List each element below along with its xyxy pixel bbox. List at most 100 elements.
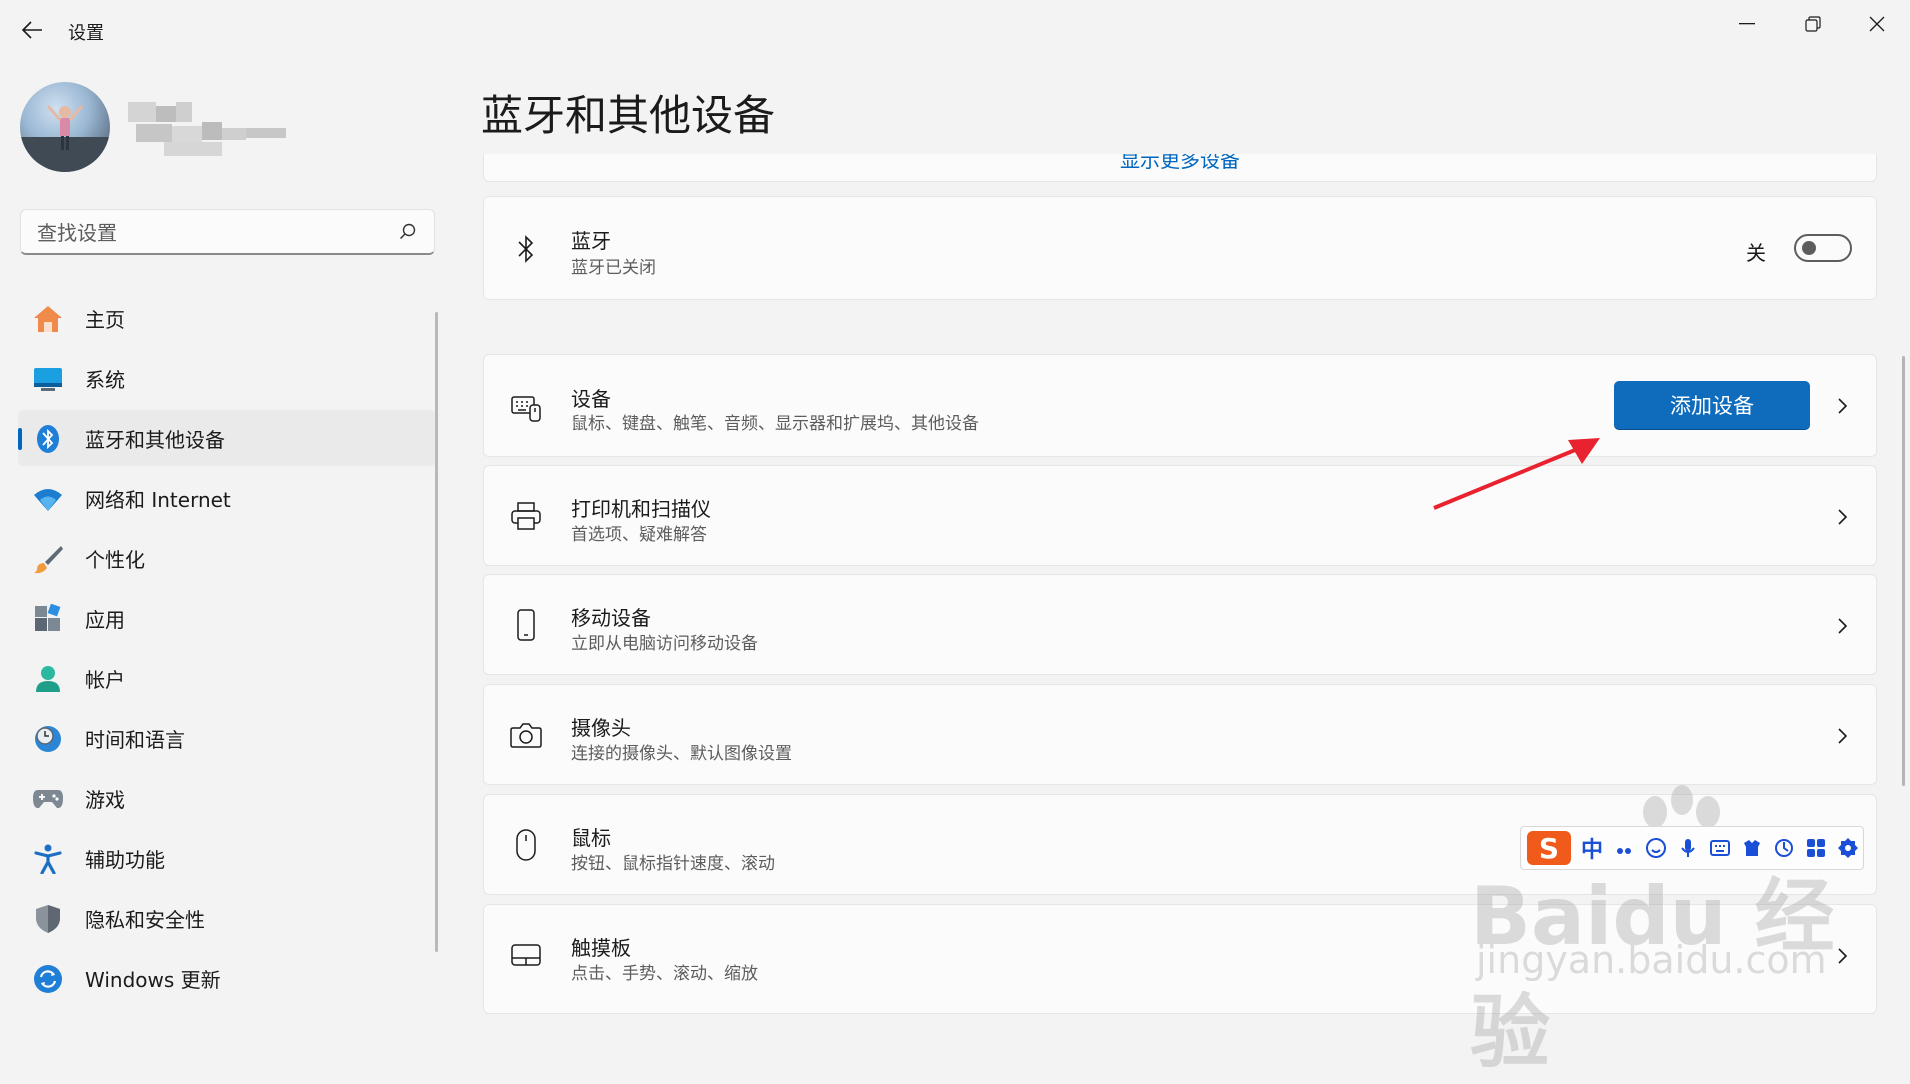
sidebar-item-windows-update[interactable]: Windows 更新 (18, 950, 436, 1006)
devices-subtitle: 鼠标、键盘、触笔、音频、显示器和扩展坞、其他设备 (571, 414, 979, 434)
show-more-devices-link[interactable]: 显示更多设备 (484, 154, 1876, 173)
emoji-icon[interactable] (1645, 837, 1667, 859)
home-icon (32, 303, 64, 335)
bluetooth-title: 蓝牙 (571, 229, 611, 253)
sidebar-item-personalization[interactable]: 个性化 (18, 530, 436, 586)
gamepad-icon (32, 783, 64, 815)
sidebar-item-label: 帐户 (85, 667, 125, 692)
sidebar-scrollbar[interactable] (435, 312, 438, 952)
annotation-arrow-icon (1433, 438, 1600, 510)
user-name-blurred (128, 102, 288, 158)
minimize-icon (1739, 23, 1755, 25)
touchpad-card[interactable]: 触摸板 点击、手势、滚动、缩放 (483, 904, 1877, 1014)
printers-subtitle: 首选项、疑难解答 (571, 525, 707, 545)
page-title: 蓝牙和其他设备 (481, 91, 776, 140)
ime-toolbar[interactable]: S 中 (1520, 826, 1864, 870)
sidebar-item-gaming[interactable]: 游戏 (18, 770, 436, 826)
app-title: 设置 (68, 23, 104, 44)
back-button[interactable] (18, 16, 46, 44)
restore-button[interactable] (1780, 6, 1846, 42)
person-icon (32, 663, 64, 695)
sidebar-item-label: 隐私和安全性 (85, 907, 205, 932)
sidebar-item-label: 辅助功能 (85, 847, 165, 872)
devices-icon (508, 389, 544, 425)
apps-grid-icon[interactable] (1805, 837, 1827, 859)
avatar[interactable] (20, 82, 110, 172)
mouse-icon (508, 827, 544, 863)
camera-subtitle: 连接的摄像头、默认图像设置 (571, 744, 792, 764)
sidebar-item-label: 网络和 Internet (85, 487, 231, 512)
chevron-right-icon (1838, 948, 1848, 964)
sidebar-item-label: 游戏 (85, 787, 125, 812)
keyboard-icon[interactable] (1709, 837, 1731, 859)
bluetooth-card: 蓝牙 蓝牙已关闭 关 (483, 196, 1877, 300)
avatar-photo (20, 105, 110, 172)
sidebar-item-time-language[interactable]: 时间和语言 (18, 710, 436, 766)
camera-card[interactable]: 摄像头 连接的摄像头、默认图像设置 (483, 684, 1877, 785)
mouse-title: 鼠标 (571, 826, 611, 850)
printers-card[interactable]: 打印机和扫描仪 首选项、疑难解答 (483, 465, 1877, 566)
title-bar: 设置 (0, 0, 1910, 62)
phone-icon (508, 607, 544, 643)
sidebar-item-network[interactable]: 网络和 Internet (18, 470, 436, 526)
toggle-knob (1802, 241, 1816, 255)
add-device-button[interactable]: 添加设备 (1614, 381, 1810, 429)
close-icon (1869, 16, 1885, 32)
tools-icon[interactable] (1773, 837, 1795, 859)
camera-title: 摄像头 (571, 716, 631, 740)
main-scrollbar[interactable] (1902, 356, 1905, 786)
mouse-subtitle: 按钮、鼠标指针速度、滚动 (571, 854, 775, 874)
search-icon[interactable] (398, 222, 418, 242)
printer-icon (508, 498, 544, 534)
sidebar-item-privacy[interactable]: 隐私和安全性 (18, 890, 436, 946)
ime-mode-indicator[interactable]: 中 (1581, 832, 1603, 864)
chevron-right-icon (1838, 509, 1848, 525)
sidebar-item-bluetooth[interactable]: 蓝牙和其他设备 (18, 410, 436, 466)
touchpad-title: 触摸板 (571, 936, 631, 960)
touchpad-icon (508, 937, 544, 973)
touchpad-subtitle: 点击、手势、滚动、缩放 (571, 964, 758, 984)
microphone-icon[interactable] (1677, 837, 1699, 859)
printers-title: 打印机和扫描仪 (571, 497, 711, 521)
bluetooth-icon (508, 231, 544, 267)
sidebar-item-accounts[interactable]: 帐户 (18, 650, 436, 706)
close-button[interactable] (1844, 6, 1910, 42)
sidebar-item-label: Windows 更新 (85, 967, 221, 992)
sidebar-item-apps[interactable]: 应用 (18, 590, 436, 646)
camera-icon (508, 717, 544, 753)
sidebar-item-system[interactable]: 系统 (18, 350, 436, 406)
search-input[interactable] (35, 218, 389, 248)
punctuation-icon[interactable] (1613, 837, 1635, 859)
settings-icon[interactable] (1837, 837, 1859, 859)
sidebar-item-label: 主页 (85, 307, 125, 332)
wifi-icon (32, 483, 64, 515)
devices-card[interactable]: 设备 鼠标、键盘、触笔、音频、显示器和扩展坞、其他设备 添加设备 (483, 354, 1877, 457)
toggle-state-label: 关 (1746, 241, 1766, 265)
sidebar-item-label: 蓝牙和其他设备 (85, 427, 225, 452)
sidebar-item-label: 时间和语言 (85, 727, 185, 752)
show-more-card: 显示更多设备 (483, 154, 1877, 182)
clock-globe-icon (32, 723, 64, 755)
sidebar-item-accessibility[interactable]: 辅助功能 (18, 830, 436, 886)
chevron-right-icon (1838, 398, 1848, 414)
chevron-right-icon (1838, 618, 1848, 634)
sidebar-item-label: 个性化 (85, 547, 145, 572)
sidebar-item-home[interactable]: 主页 (18, 290, 436, 346)
chevron-right-icon (1838, 728, 1848, 744)
sidebar-item-label: 系统 (85, 367, 125, 392)
bluetooth-toggle[interactable] (1794, 234, 1852, 262)
devices-title: 设备 (571, 387, 611, 411)
mobile-devices-title: 移动设备 (571, 606, 651, 630)
sidebar-item-label: 应用 (85, 607, 125, 632)
mobile-devices-card[interactable]: 移动设备 立即从电脑访问移动设备 (483, 574, 1877, 675)
skin-icon[interactable] (1741, 837, 1763, 859)
accessibility-icon (32, 843, 64, 875)
restore-icon (1805, 16, 1821, 32)
sogou-logo-icon[interactable]: S (1527, 831, 1571, 865)
search-box[interactable] (20, 209, 435, 255)
apps-icon (32, 603, 64, 635)
sidebar-nav: 主页 系统 蓝牙和其他设备 网络和 Internet 个性化 应用 帐户 时间和… (18, 290, 436, 1010)
shield-icon (32, 903, 64, 935)
bluetooth-icon (32, 423, 64, 455)
minimize-button[interactable] (1714, 6, 1780, 42)
